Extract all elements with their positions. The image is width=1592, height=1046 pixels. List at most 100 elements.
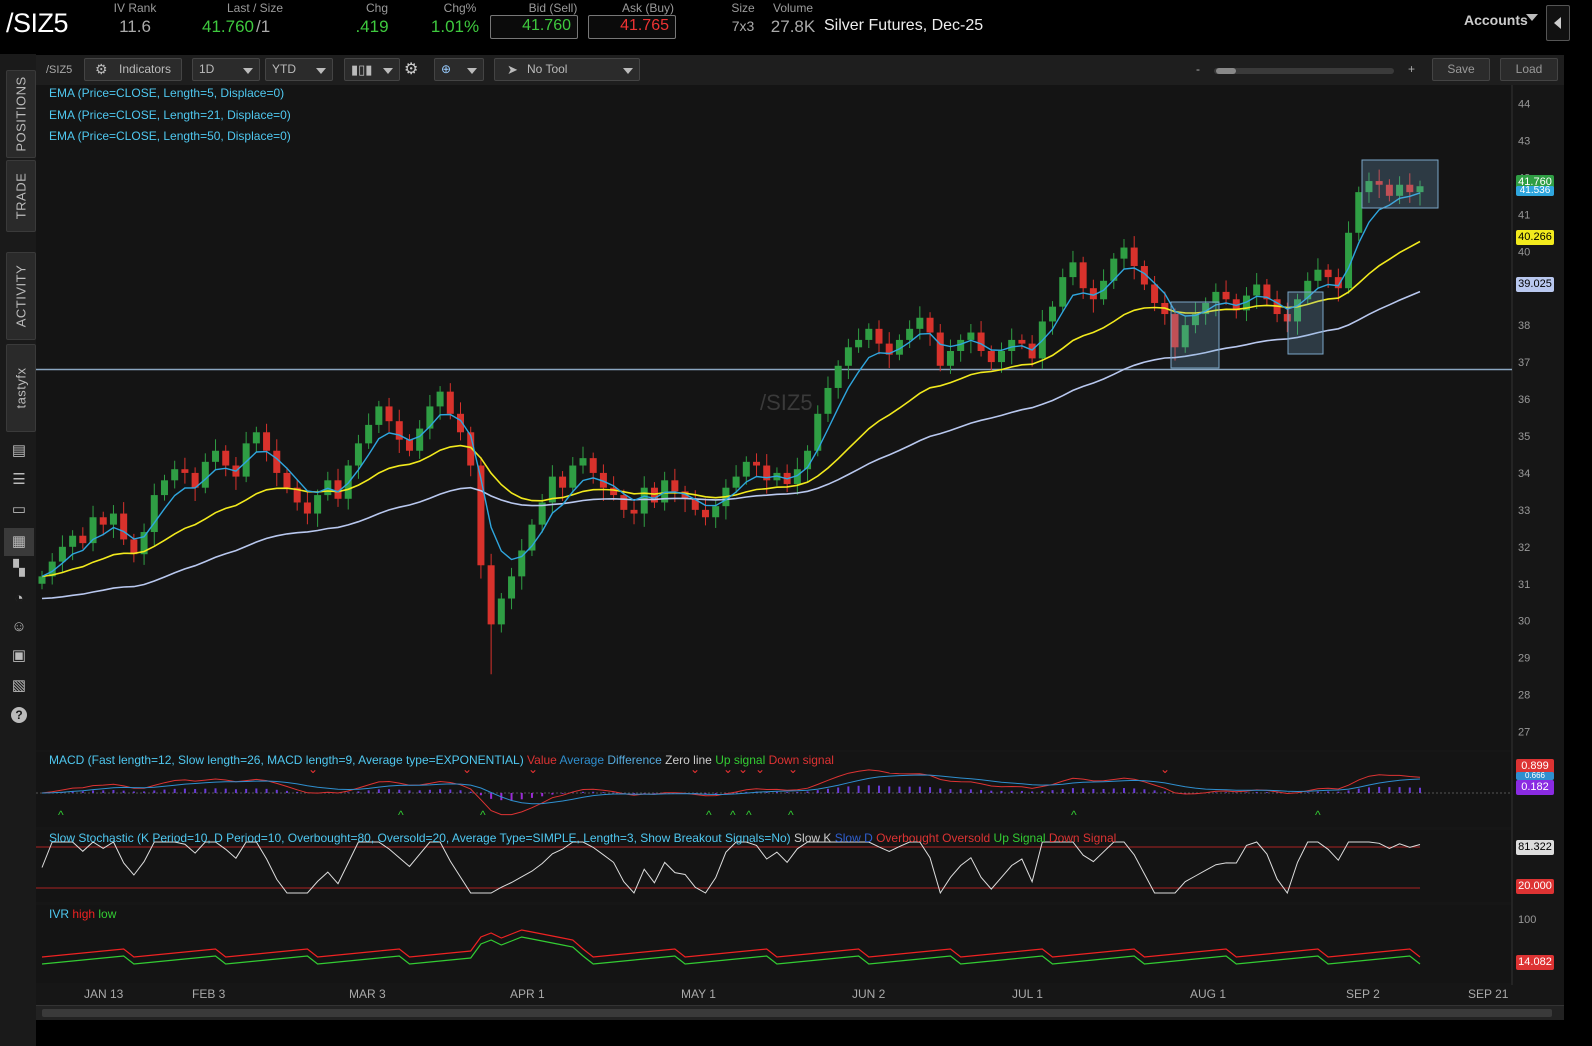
- scrollbar-thumb[interactable]: [42, 1009, 1552, 1017]
- people-icon[interactable]: ☺: [9, 617, 29, 637]
- chart-scrollbar[interactable]: [36, 1005, 1564, 1020]
- macd-legend[interactable]: MACD (Fast length=12, Slow length=26, MA…: [49, 753, 834, 767]
- candle-body: [497, 598, 505, 625]
- settings-gear-icon[interactable]: ⚙: [404, 59, 418, 79]
- price-tick-label: 32: [1518, 542, 1530, 554]
- candle-body: [375, 406, 383, 425]
- news-icon[interactable]: ▧: [9, 676, 29, 696]
- tab-tastyfx-label: tastyfx: [13, 367, 29, 409]
- price-tick-label: 40: [1518, 246, 1530, 258]
- chevron-down-icon: [316, 68, 326, 74]
- macd-up-signal: ^: [706, 808, 712, 822]
- tab-positions[interactable]: POSITIONS: [6, 70, 36, 158]
- zoom-in-button[interactable]: +: [1408, 62, 1415, 76]
- ivr-legend[interactable]: IVR high low: [49, 907, 116, 921]
- candle-body: [426, 406, 434, 429]
- range-select[interactable]: YTD: [265, 58, 333, 81]
- tool-select[interactable]: ➤ No Tool: [494, 58, 640, 81]
- iv-rank-value: 11.6: [119, 17, 151, 36]
- help-icon[interactable]: ?: [11, 707, 27, 723]
- candle-body: [1212, 291, 1220, 303]
- candle-body: [1008, 339, 1016, 351]
- chart-area[interactable]: 444342414039383736353433323130292827100J…: [36, 85, 1564, 1020]
- calendar-icon[interactable]: ▣: [9, 646, 29, 666]
- drawing-style-select[interactable]: ⊕: [434, 58, 484, 81]
- collapse-panel-button[interactable]: [1546, 5, 1570, 41]
- range-value: YTD: [272, 62, 296, 76]
- candle-body: [1028, 343, 1036, 359]
- accounts-menu[interactable]: Accounts: [1464, 12, 1528, 28]
- macd-up-signal: ^: [1071, 808, 1077, 822]
- price-panel: [36, 85, 1512, 750]
- tab-tastyfx[interactable]: tastyfx: [6, 344, 36, 432]
- candle-body: [701, 509, 709, 518]
- interval-select[interactable]: 1D: [192, 58, 260, 81]
- zoom-slider[interactable]: [1214, 68, 1394, 74]
- zoom-out-button[interactable]: -: [1196, 62, 1200, 76]
- price-tick-label: 37: [1518, 357, 1530, 369]
- interval-value: 1D: [199, 62, 215, 76]
- price-tick-label: 31: [1518, 579, 1530, 591]
- ivr-panel: [36, 905, 1512, 983]
- date-tick-label: APR 1: [510, 987, 545, 1001]
- monitor-icon[interactable]: ▭: [9, 500, 29, 520]
- date-tick-label: FEB 3: [192, 987, 226, 1001]
- chevron-down-icon: [243, 68, 253, 74]
- chg-pct-label: Chg%: [443, 1, 477, 15]
- cursor-icon: ➤: [507, 62, 518, 77]
- candle-body: [1049, 306, 1057, 322]
- chevron-down-icon: [383, 68, 393, 74]
- date-tick-label: SEP 2: [1346, 987, 1380, 1001]
- tab-trade-label: TRADE: [13, 172, 29, 220]
- candle-body: [742, 461, 750, 477]
- candle-body: [283, 472, 291, 488]
- date-tick-label: JUN 2: [852, 987, 886, 1001]
- indicators-button[interactable]: ⚙ Indicators: [84, 58, 182, 81]
- list-icon[interactable]: ☰: [9, 470, 29, 490]
- stochastic-legend[interactable]: Slow Stochastic (K Period=10, D Period=1…: [49, 831, 1116, 845]
- save-button[interactable]: Save: [1432, 58, 1490, 81]
- candle-body: [181, 469, 189, 473]
- candle-body: [263, 432, 271, 451]
- symbol-title[interactable]: /SIZ5: [6, 8, 69, 39]
- candle-body: [58, 546, 66, 562]
- ema5-label[interactable]: EMA (Price=CLOSE, Length=5, Displace=0): [49, 86, 284, 100]
- candle-body: [579, 458, 587, 466]
- chart-toolbar: /SIZ5 ⚙ Indicators 1D YTD ▮▯▮ ⚙ ⊕ ➤ No T…: [36, 55, 1564, 85]
- last-price: 41.760: [202, 17, 254, 36]
- tab-activity[interactable]: ACTIVITY: [6, 252, 36, 340]
- ask-button[interactable]: 41.765: [588, 15, 676, 39]
- bid-button[interactable]: 41.760: [490, 15, 578, 39]
- chart-icon[interactable]: ▦: [4, 528, 34, 556]
- gauge-icon[interactable]: ◔: [9, 589, 29, 609]
- candle-body: [1314, 269, 1322, 281]
- candle-body: [987, 351, 995, 363]
- zoom-slider-handle[interactable]: [1216, 68, 1236, 74]
- ivr-high-label: high: [72, 907, 96, 921]
- chart-type-select[interactable]: ▮▯▮: [344, 58, 400, 81]
- grid-icon[interactable]: ▚: [9, 559, 29, 579]
- toolbar-symbol: /SIZ5: [46, 64, 73, 76]
- price-chart[interactable]: 444342414039383736353433323130292827100J…: [36, 85, 1564, 1020]
- tab-trade[interactable]: TRADE: [6, 160, 36, 232]
- candle-body: [1120, 247, 1128, 259]
- ema50-label[interactable]: EMA (Price=CLOSE, Length=50, Displace=0): [49, 129, 291, 143]
- price-tick-label: 29: [1518, 653, 1530, 665]
- chevron-down-icon[interactable]: [1526, 14, 1538, 21]
- candle-body: [109, 513, 117, 525]
- stoch-up-label: Up Signal: [993, 831, 1046, 845]
- candle-body: [977, 332, 985, 351]
- candle-body: [130, 539, 138, 555]
- stoch-k-label: Slow K: [794, 831, 832, 845]
- macd-difference-label: Difference: [607, 753, 662, 767]
- candle-body: [1069, 262, 1077, 278]
- stoch-oversold-label: 20.000: [1516, 879, 1554, 894]
- tab-positions-label: POSITIONS: [13, 76, 29, 152]
- candle-body: [650, 487, 658, 503]
- watchlist-icon[interactable]: ▤: [9, 441, 29, 461]
- load-button[interactable]: Load: [1500, 58, 1558, 81]
- ema21-label[interactable]: EMA (Price=CLOSE, Length=21, Displace=0): [49, 108, 291, 122]
- candle-body: [171, 469, 179, 481]
- candle-body: [967, 332, 975, 340]
- candle-body: [640, 487, 648, 514]
